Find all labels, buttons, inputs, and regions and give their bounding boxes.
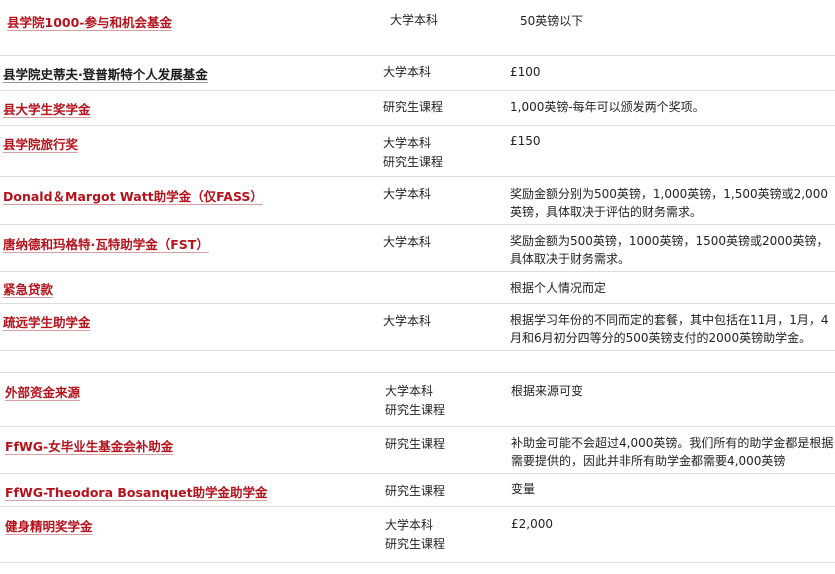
- funding-name-link[interactable]: FfWG-女毕业生基金会补助金: [5, 436, 173, 455]
- funding-name-link[interactable]: 紧急贷款: [3, 279, 53, 298]
- funding-name-link[interactable]: FfWG-Theodora Bosanquet助学金助学金: [5, 482, 268, 501]
- study-level: 大学本科: [383, 65, 432, 79]
- table-row: 县学院1000-参与和机会基金 大学本科 50英镑以下: [0, 0, 835, 56]
- table-row: FfWG-Theodora Bosanquet助学金助学金 研究生课程 变量: [0, 474, 835, 507]
- table-row: 县学院史蒂夫·登普斯特个人发展基金 大学本科 £100: [0, 56, 835, 91]
- funding-name-link[interactable]: 县学院1000-参与和机会基金: [7, 12, 172, 31]
- table-row: Donald＆Margot Watt助学金（仅FASS） 大学本科 奖励金额分别…: [0, 177, 835, 225]
- study-level: 大学本科: [390, 13, 439, 27]
- funding-amount: 根据来源可变: [511, 384, 584, 398]
- table-row: FfWG-女毕业生基金会补助金 研究生课程 补助金可能不会超过4,000英镑。我…: [0, 427, 835, 474]
- funding-amount: £2,000: [511, 517, 553, 531]
- table-gap: [0, 351, 835, 373]
- table-row: 唐纳德和玛格特·瓦特助学金（FST） 大学本科 奖励金额为500英镑，1000英…: [0, 225, 835, 272]
- study-level: 研究生课程: [385, 437, 446, 451]
- funding-name-link[interactable]: 县学院史蒂夫·登普斯特个人发展基金: [3, 64, 208, 83]
- table-row: 县学院旅行奖 大学本科 研究生课程 £150: [0, 126, 835, 177]
- funding-name-link[interactable]: 健身精明奖学金: [5, 516, 93, 535]
- funding-name-link[interactable]: Donald＆Margot Watt助学金（仅FASS）: [3, 186, 263, 205]
- funding-amount: 根据学习年份的不同而定的套餐，其中包括在11月，1月，4月和6月初分四等分的50…: [510, 313, 829, 345]
- table-row: 健身精明奖学金 大学本科 研究生课程 £2,000: [0, 507, 835, 563]
- table-row: 县大学生奖学金 研究生课程 1,000英镑-每年可以颁发两个奖项。: [0, 91, 835, 126]
- study-level: 大学本科: [383, 314, 432, 328]
- funding-amount: 补助金可能不会超过4,000英镑。我们所有的助学金都是根据需要提供的，因此并非所…: [511, 436, 834, 468]
- funding-name-link[interactable]: 唐纳德和玛格特·瓦特助学金（FST）: [3, 234, 209, 253]
- table-row: 疏远学生助学金 大学本科 根据学习年份的不同而定的套餐，其中包括在11月，1月，…: [0, 304, 835, 351]
- study-level: 大学本科: [383, 235, 432, 249]
- funding-amount: 1,000英镑-每年可以颁发两个奖项。: [510, 100, 705, 114]
- study-level: 大学本科 研究生课程: [385, 518, 446, 551]
- study-level: 大学本科 研究生课程: [383, 136, 444, 169]
- study-level: 大学本科: [383, 187, 432, 201]
- funding-amount: 奖励金额分别为500英镑，1,000英镑，1,500英镑或2,000英镑，具体取…: [510, 187, 828, 219]
- funding-amount: 根据个人情况而定: [510, 281, 607, 295]
- funding-amount: £150: [510, 134, 541, 148]
- study-level: 大学本科 研究生课程: [385, 384, 446, 417]
- study-level: 研究生课程: [385, 484, 446, 498]
- funding-amount: £100: [510, 65, 541, 79]
- study-level: 研究生课程: [383, 100, 444, 114]
- funding-name-link[interactable]: 县学院旅行奖: [3, 134, 78, 153]
- table-row: 紧急贷款 根据个人情况而定: [0, 272, 835, 304]
- table-row: 外部资金来源 大学本科 研究生课程 根据来源可变: [0, 373, 835, 427]
- funding-name-link[interactable]: 外部资金来源: [5, 382, 80, 401]
- funding-name-link[interactable]: 疏远学生助学金: [3, 312, 91, 331]
- funding-amount: 50英镑以下: [520, 14, 584, 28]
- funding-name-link[interactable]: 县大学生奖学金: [3, 99, 91, 118]
- funding-amount: 变量: [511, 482, 536, 496]
- funding-amount: 奖励金额为500英镑，1000英镑，1500英镑或2000英镑，具体取决于财务需…: [510, 234, 829, 266]
